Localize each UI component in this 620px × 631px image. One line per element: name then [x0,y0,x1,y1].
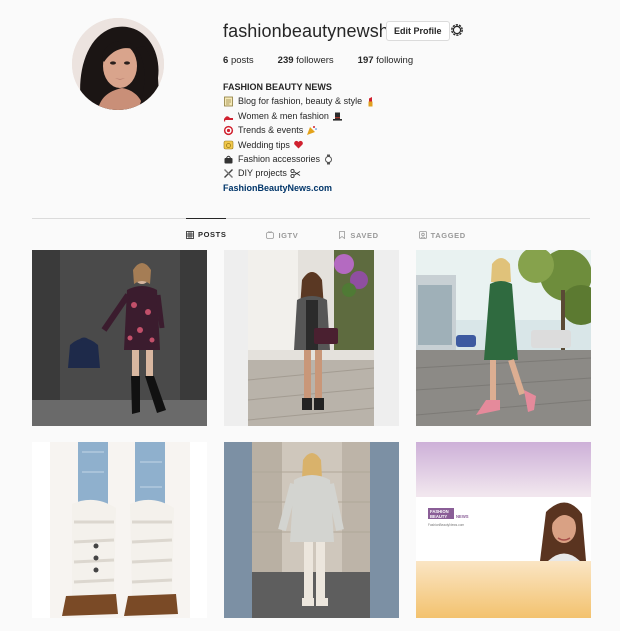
banner-url: FashionBeautyNews.com [428,523,464,527]
following-count: 197 [357,55,374,66]
bio-line-text: Trends & events [238,125,304,136]
post-thumbnail[interactable] [224,250,399,426]
profile-username: fashionbeautynewshq [223,21,400,41]
profile-tabs: POSTS IGTV SAVED TAGGED [186,218,506,251]
bio-line-text: Fashion accessories [238,154,321,165]
tab-posts-label: POSTS [198,230,227,239]
posts-label: posts [230,55,254,66]
settings-gear-icon[interactable] [449,22,465,38]
scissors-icon [290,169,301,179]
tab-igtv-label: IGTV [278,230,299,240]
post-thumbnail[interactable] [416,250,591,426]
post-thumbnail[interactable] [32,442,207,618]
tab-saved-label: SAVED [350,230,379,240]
edit-profile-button[interactable]: Edit Profile [386,21,450,41]
bio-line-text: Women & men fashion [238,110,329,121]
tab-posts[interactable]: POSTS [186,218,227,250]
bio-line-text: Blog for fashion, beauty & style [238,96,363,107]
following-stat[interactable]: 197 following [358,55,413,66]
igtv-icon [266,231,275,239]
banner-logo-line3: NEWS [456,514,469,519]
grid-icon [186,230,194,239]
bio-website-link[interactable]: FashionBeautyNews.com [223,181,376,195]
party-popper-icon [307,125,318,135]
heart-ribbon-icon [294,141,303,149]
profile-avatar[interactable] [72,18,164,110]
ring-icon [223,141,234,150]
post-thumbnail[interactable] [224,442,399,618]
following-label: following [376,55,414,66]
followers-label: followers [296,55,334,66]
tools-icon [224,169,233,179]
posts-count: 6 [223,55,229,66]
profile-bio: FASHION BEAUTY NEWS Blog for fashion, be… [223,80,376,195]
bio-name: FASHION BEAUTY NEWS [223,82,332,92]
memo-icon [224,96,233,107]
bio-line-text: DIY projects [238,168,287,179]
watch-icon [325,154,333,165]
high-heel-icon [224,115,233,122]
tab-tagged-label: TAGGED [430,230,466,240]
banner-logo-line2: BEAUTY [430,514,447,519]
tag-icon [418,231,427,239]
followers-stat[interactable]: 239 followers [278,55,334,66]
tab-igtv[interactable]: IGTV [266,219,298,251]
lipstick-icon [368,97,373,107]
target-icon [223,125,234,136]
followers-count: 239 [277,55,294,66]
profile-stats: 6 posts 239 followers 197 following [223,55,437,66]
top-hat-icon [332,112,342,121]
bio-line-text: Wedding tips [238,139,290,150]
bio-line: DIY projects [223,166,376,180]
bio-line: Women & men fashion [223,109,376,123]
bookmark-icon [339,231,346,239]
post-thumbnail[interactable] [32,250,207,426]
tab-tagged[interactable]: TAGGED [418,219,466,251]
posts-stat: 6 posts [223,55,254,66]
handbag-icon [224,155,233,164]
post-thumbnail[interactable]: FASHION BEAUTY NEWS FashionBeautyNews.co… [416,442,591,618]
bio-line: Blog for fashion, beauty & style [223,94,376,108]
bio-line: Trends & events [223,123,376,137]
bio-line: Wedding tips [223,138,376,152]
tab-saved[interactable]: SAVED [338,219,378,251]
bio-line: Fashion accessories [223,152,376,166]
